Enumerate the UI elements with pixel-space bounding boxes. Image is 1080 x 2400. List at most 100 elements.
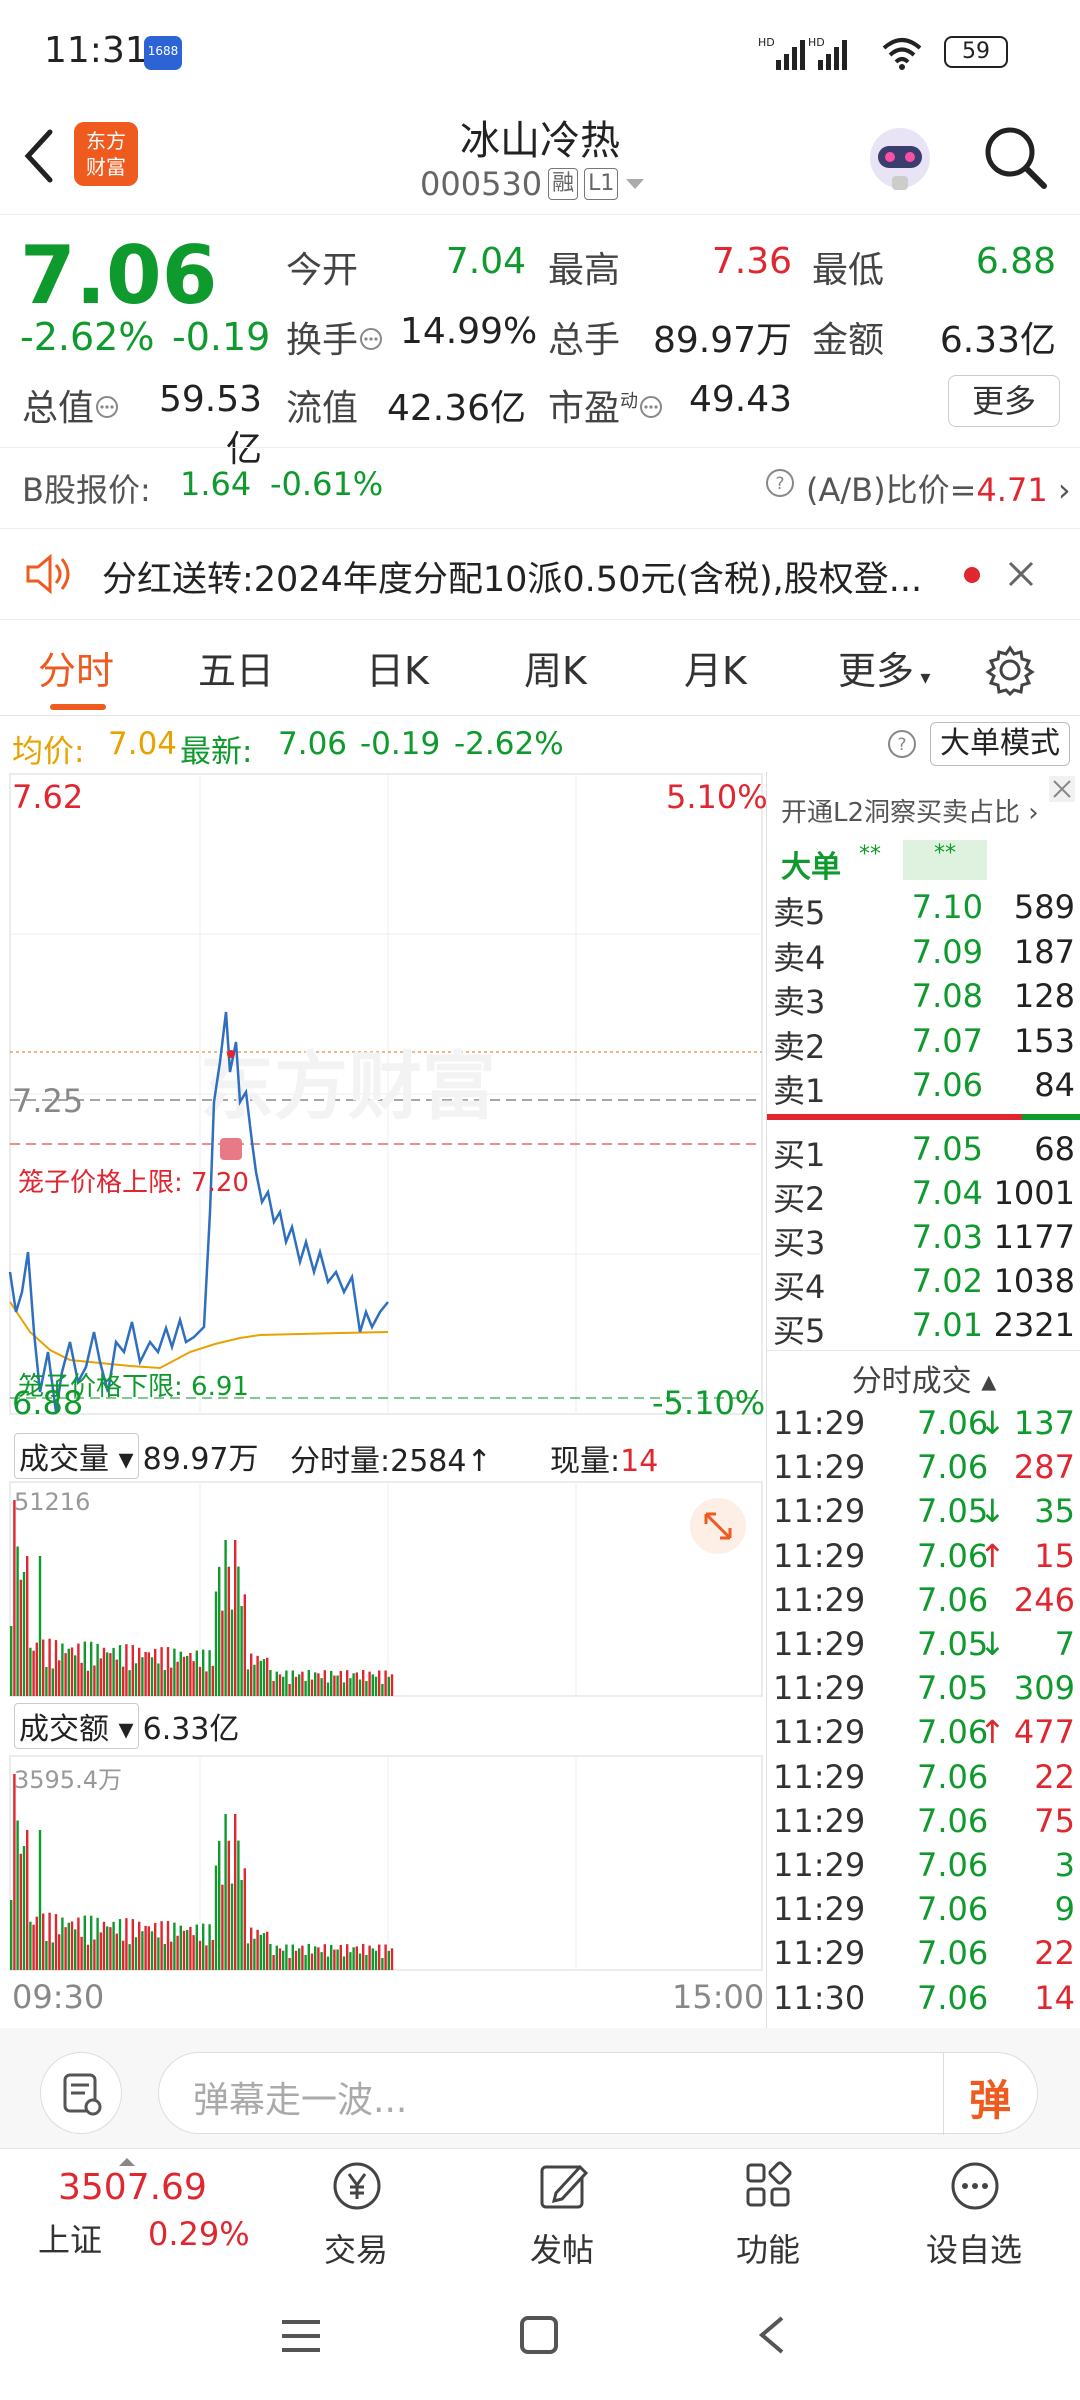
nav-functions-label: 功能 [735, 2231, 800, 2269]
trade-volume: 14 [1034, 1978, 1075, 2017]
info-icon[interactable] [94, 394, 120, 420]
big-order-b: ** [903, 840, 987, 880]
level-volume: 128 [1013, 977, 1075, 1016]
margin-tag: 融 [548, 168, 579, 200]
trade-row: 11:29 7.06 246 [767, 1581, 1080, 1625]
help-icon[interactable]: ? [886, 728, 918, 760]
index-ticker[interactable]: 3507.69 上证 0.29% [30, 2157, 260, 2261]
bar [42, 1639, 45, 1696]
expand-icon[interactable] [688, 1496, 748, 1556]
trade-price: 7.06 [917, 1757, 989, 1796]
back-icon[interactable] [752, 2312, 792, 2358]
level-volume: 1038 [993, 1262, 1075, 1300]
ab-ratio[interactable]: (A/B)比价=4.71 › [806, 465, 1071, 511]
divider [0, 447, 1080, 448]
svg-text:?: ? [897, 735, 906, 755]
nav-add-watchlist[interactable]: 设自选 [914, 2149, 1034, 2269]
bar [112, 1921, 115, 1970]
bar [26, 1555, 29, 1696]
mktcap-label: 总值 [22, 379, 120, 431]
robot-assistant-icon[interactable] [862, 120, 938, 196]
bar [362, 1670, 365, 1696]
bar [45, 1941, 48, 1970]
nav-post[interactable]: 发帖 [502, 2149, 622, 2269]
bar [314, 1672, 317, 1696]
trade-direction: ↑ [979, 1713, 1006, 1752]
bar [221, 1884, 224, 1970]
info-icon[interactable] [358, 326, 384, 352]
app-logo[interactable]: 东方 财富 [74, 122, 138, 186]
bar [259, 1934, 262, 1970]
more-button[interactable]: 更多 [948, 375, 1060, 427]
bar [54, 1914, 58, 1970]
trade-time: 11:29 [773, 1669, 866, 1708]
bar [125, 1644, 128, 1696]
bar [51, 1942, 54, 1970]
ask-row: 卖4 7.09 187 [767, 933, 1080, 977]
trade-row: 11:29 7.05 ↓ 7 [767, 1625, 1080, 1669]
bar [61, 1917, 64, 1970]
pe-label: 市盈动 [548, 379, 664, 431]
app-notification-icon: 1688 [144, 36, 182, 70]
open-label: 今开 [286, 250, 359, 291]
close-icon[interactable] [1006, 559, 1036, 589]
trade-time: 11:29 [773, 1934, 866, 1973]
bar [330, 1944, 333, 1970]
big-order-row: 大单 ** ** [767, 838, 1080, 885]
nav-functions[interactable]: 功能 [708, 2149, 828, 2269]
nav-trade[interactable]: 交易 [296, 2149, 416, 2269]
tab-weekly-k[interactable]: 周K [524, 640, 587, 695]
bar [323, 1670, 326, 1696]
close-icon[interactable] [1049, 776, 1075, 802]
signal-icon: HD HD [758, 36, 847, 70]
dividend-notice[interactable]: 分红送转:2024年度分配10派0.50元(含税),股权登... [0, 528, 1080, 620]
bar [122, 1940, 125, 1970]
bar [38, 1830, 42, 1970]
bar [291, 1670, 294, 1696]
bar [70, 1921, 74, 1970]
bar [256, 1929, 259, 1970]
help-icon[interactable]: ? [764, 467, 796, 499]
level-price: 7.08 [911, 977, 983, 1016]
amount-selector[interactable]: 成交额 ▾ [14, 1703, 139, 1749]
stock-code-row[interactable]: 000530 融 L1 [420, 164, 646, 204]
back-icon[interactable] [18, 126, 58, 186]
big-order-mode-button[interactable]: 大单模式 [930, 722, 1070, 766]
latest-change: -0.19 [360, 726, 441, 762]
danmu-button[interactable]: 弹 [969, 2067, 1011, 2128]
tab-daily-k[interactable]: 日K [366, 640, 429, 695]
home-icon[interactable] [516, 2312, 562, 2358]
bar [170, 1941, 173, 1970]
tab-intraday[interactable]: 分时 [38, 640, 114, 695]
stock-name: 冰山冷热 [460, 118, 620, 164]
tab-five-day[interactable]: 五日 [198, 640, 274, 695]
bar [304, 1954, 307, 1970]
tab-more[interactable]: 更多 ▾ [838, 640, 930, 695]
tab-monthly-k[interactable]: 月K [684, 640, 747, 695]
intraday-chart[interactable]: 东方财富 7.62 5.10% 7.25 笼子价格上限: 7.20 笼子价格下限… [0, 772, 768, 2028]
amount-header: 成交额 ▾ 6.33亿 [14, 1703, 239, 1749]
level-volume: 153 [1013, 1021, 1075, 1060]
volume-selector[interactable]: 成交量 ▾ [14, 1433, 139, 1479]
change-pct: -2.62% [20, 315, 155, 359]
bar [202, 1649, 205, 1696]
bar [176, 1935, 179, 1970]
search-icon[interactable] [980, 122, 1050, 192]
l2-upgrade-link[interactable]: 开通L2洞察买卖占比 › [781, 792, 1039, 829]
trades-title[interactable]: 分时成交 ▴ [767, 1356, 1080, 1400]
edit-icon [540, 2164, 589, 2209]
menu-icon[interactable] [278, 2316, 324, 2356]
bar [326, 1682, 330, 1696]
bar [109, 1653, 112, 1696]
bar [42, 1913, 45, 1970]
bar [147, 1926, 150, 1970]
ab-ratio-value: 4.71 [976, 471, 1048, 509]
bar [227, 1840, 230, 1970]
latest-value: 7.06 [278, 726, 348, 762]
settings-icon[interactable] [984, 644, 1036, 696]
list-icon[interactable] [40, 2052, 122, 2134]
trade-row: 11:29 7.06 ↓ 137 [767, 1404, 1080, 1448]
danmu-input[interactable]: 弹幕走一波... 弹 [158, 2052, 1038, 2135]
info-icon[interactable] [638, 394, 664, 420]
volume-header: 成交量 ▾ 89.97万 [14, 1433, 259, 1479]
